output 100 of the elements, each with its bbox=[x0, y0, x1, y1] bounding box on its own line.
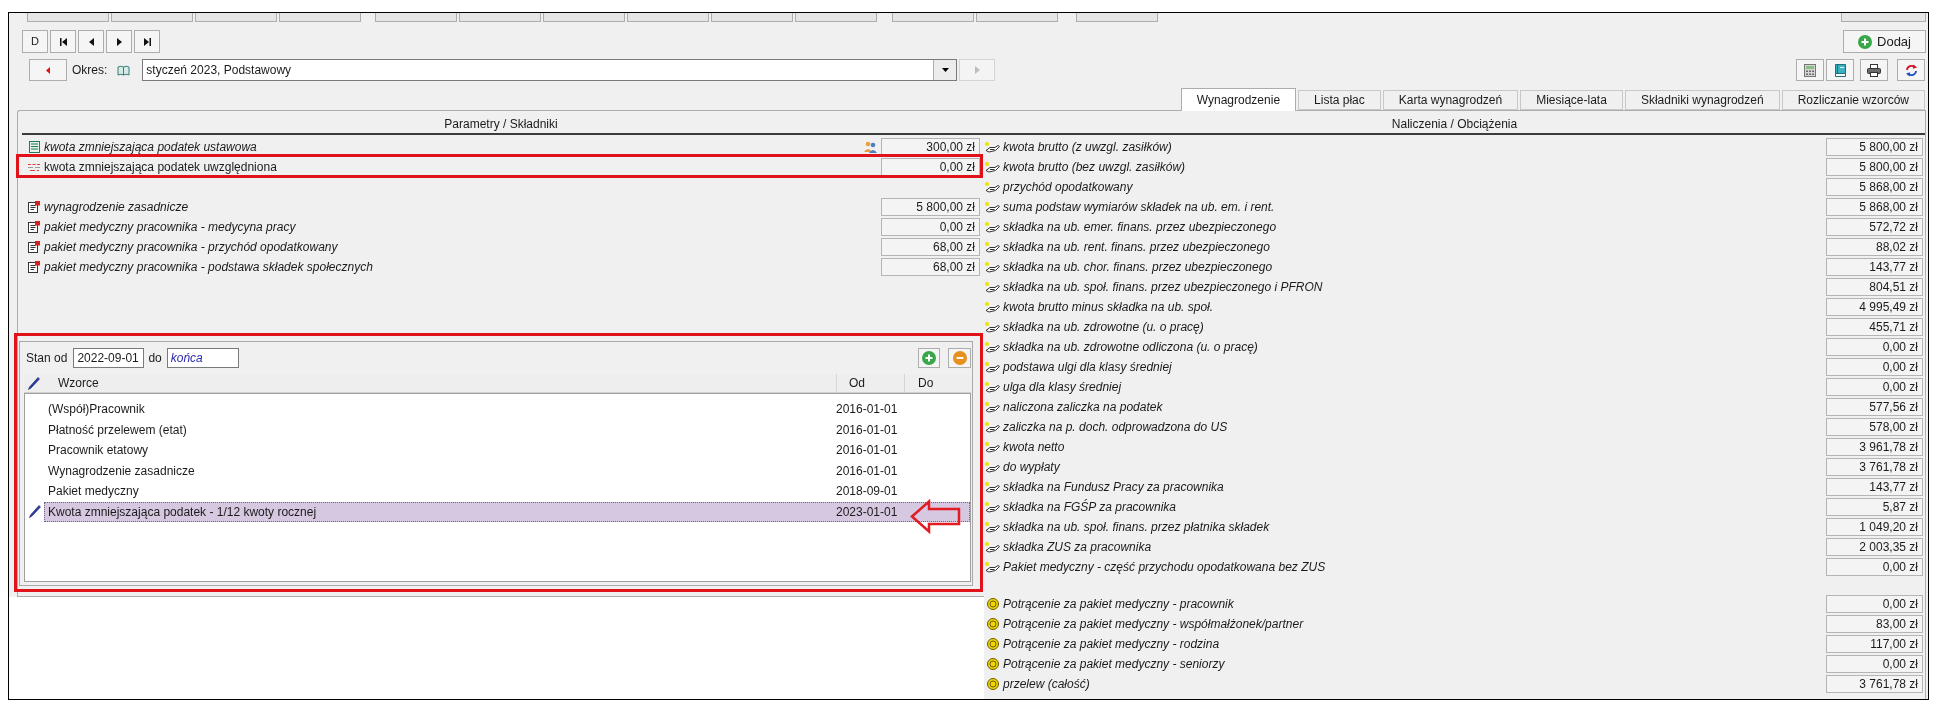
charge-label: Pakiet medyczny - część przychodu opodatkowana bez ZUS bbox=[1003, 559, 1326, 576]
hand-coin-icon bbox=[985, 461, 1000, 473]
charge-label: ulga dla klasy średniej bbox=[1003, 379, 1122, 396]
tab[interactable]: Miesiące-lata bbox=[1520, 90, 1623, 110]
amount-field[interactable]: 5 800,00 zł bbox=[881, 198, 980, 216]
charge-label: przelew (całość) bbox=[1003, 676, 1090, 693]
charge-label: podstawa ulgi dla klasy średniej bbox=[1003, 359, 1172, 376]
panel-title: Naliczenia / Obciążenia bbox=[1391, 115, 1518, 133]
caret-down-icon bbox=[941, 68, 949, 72]
charge-label: składka na ub. zdrowotne odliczona (u. o pracę) bbox=[1003, 339, 1258, 356]
tab[interactable]: Lista płac bbox=[1298, 90, 1381, 110]
charge-label: składka na FGŚP za pracownika bbox=[1003, 498, 1176, 516]
panel-title: Parametry / Składniki bbox=[444, 115, 558, 133]
hand-coin-icon bbox=[985, 341, 1000, 353]
coin-icon bbox=[986, 638, 999, 650]
toolbar-button[interactable] bbox=[976, 13, 1058, 22]
charge-label: kwota brutto minus składka na ub. społ. bbox=[1003, 299, 1214, 316]
remove-template-button[interactable] bbox=[948, 348, 971, 368]
charge-label: przychód opodatkowany bbox=[1003, 179, 1133, 196]
toolbar-button[interactable] bbox=[1076, 13, 1158, 22]
amount-field[interactable]: 0,00 zł bbox=[881, 158, 980, 176]
template-row[interactable]: Wynagrodzenie zasadnicze 2016-01-01 bbox=[44, 460, 970, 481]
template-row[interactable]: Pakiet medyczny 2018-09-01 bbox=[44, 481, 970, 502]
hand-coin-icon bbox=[985, 501, 1000, 513]
coin-icon bbox=[986, 598, 999, 610]
column-header[interactable]: Wzorce bbox=[44, 374, 836, 392]
column-header[interactable]: Od bbox=[836, 374, 904, 392]
charge-label: naliczona zaliczka na podatek bbox=[1003, 399, 1163, 416]
from-date-field[interactable]: 2022-09-01 bbox=[73, 348, 145, 368]
amount-field: 3 961,78 zł bbox=[1826, 438, 1923, 456]
amount-field: 1 049,20 zł bbox=[1826, 518, 1923, 536]
nav-button[interactable] bbox=[106, 30, 132, 53]
amount-field: 5 868,00 zł bbox=[1826, 178, 1923, 196]
add-icon bbox=[1858, 34, 1872, 49]
tab[interactable]: Karta wynagrodzeń bbox=[1382, 90, 1519, 110]
charge-label: składka na ub. rent. finans. przez ubezpieczonego bbox=[1003, 239, 1270, 256]
previous-icon bbox=[88, 37, 94, 46]
charge-label: kwota brutto (bez uwzgl. zasiłków) bbox=[1003, 159, 1186, 176]
amount-field[interactable]: 68,00 zł bbox=[881, 258, 980, 276]
tool-button[interactable] bbox=[1897, 59, 1925, 81]
amount-field: 143,77 zł bbox=[1826, 258, 1923, 276]
template-row[interactable]: Kwota zmniejszająca podatek - 1/12 kwoty rocznej 2023-01-01 bbox=[44, 501, 970, 522]
printer-icon bbox=[1867, 63, 1881, 77]
parameter-label: kwota zmniejszająca podatek ustawowa bbox=[44, 139, 257, 156]
previous-period-button[interactable] bbox=[29, 59, 67, 81]
amount-field: 117,00 zł bbox=[1826, 635, 1923, 653]
coin-icon bbox=[986, 678, 999, 690]
column-header[interactable]: Do bbox=[904, 374, 971, 392]
nav-button[interactable] bbox=[134, 30, 160, 53]
toolbar-button[interactable] bbox=[892, 13, 974, 22]
nav-button[interactable] bbox=[78, 30, 104, 53]
document-icon bbox=[28, 221, 40, 233]
parameter-label: pakiet medyczny pracownika - medycyna pracy bbox=[44, 219, 296, 236]
hand-coin-icon bbox=[985, 221, 1000, 233]
refresh-icon bbox=[1904, 63, 1918, 77]
tab[interactable]: Składniki wynagrodzeń bbox=[1624, 90, 1780, 110]
amount-field[interactable]: 68,00 zł bbox=[881, 238, 980, 256]
toolbar-button[interactable] bbox=[375, 13, 457, 22]
hand-coin-icon bbox=[985, 181, 1000, 193]
tab[interactable]: Rozliczanie wzorców bbox=[1781, 90, 1925, 110]
toolbar-button[interactable] bbox=[627, 13, 709, 22]
pencil-icon bbox=[28, 376, 40, 390]
charge-label: kwota netto bbox=[1003, 439, 1065, 456]
toolbar-button[interactable] bbox=[195, 13, 277, 22]
tab[interactable]: Wynagrodzenie bbox=[1180, 88, 1297, 111]
template-row[interactable]: Pracownik etatowy 2016-01-01 bbox=[44, 440, 970, 461]
tool-button[interactable] bbox=[1860, 59, 1888, 81]
template-row[interactable]: Płatność przelewem (etat) 2016-01-01 bbox=[44, 419, 970, 440]
toolbar-button[interactable] bbox=[27, 13, 109, 22]
amount-field[interactable]: 0,00 zł bbox=[881, 218, 980, 236]
amount-field: 0,00 zł bbox=[1826, 595, 1923, 613]
toolbar-button[interactable] bbox=[543, 13, 625, 22]
amount-field: 3 761,78 zł bbox=[1826, 675, 1923, 693]
dropdown-button[interactable] bbox=[933, 60, 957, 80]
hand-coin-icon bbox=[985, 441, 1000, 453]
toolbar-button[interactable] bbox=[111, 13, 193, 22]
hand-coin-icon bbox=[985, 141, 1000, 153]
charge-label: suma podstaw wymiarów składek na ub. em. i rent. bbox=[1003, 199, 1275, 216]
toolbar-button[interactable] bbox=[279, 13, 361, 22]
toolbar-button[interactable] bbox=[1841, 13, 1926, 22]
toolbar-button[interactable] bbox=[795, 13, 877, 22]
add-template-button[interactable] bbox=[918, 348, 940, 368]
add-button[interactable]: Dodaj bbox=[1843, 30, 1926, 53]
period-select[interactable]: styczeń 2023, Podstawowy bbox=[142, 59, 958, 81]
to-date-field[interactable]: końca bbox=[166, 348, 239, 368]
hand-coin-icon bbox=[985, 421, 1000, 433]
amount-field: 5 868,00 zł bbox=[1826, 198, 1923, 216]
amount-field: 0,00 zł bbox=[1826, 558, 1923, 576]
toolbar-button[interactable] bbox=[459, 13, 541, 22]
document-icon bbox=[28, 241, 40, 253]
amount-field: 143,77 zł bbox=[1826, 478, 1923, 496]
parameter-label: wynagrodzenie zasadnicze bbox=[44, 199, 189, 216]
template-row[interactable]: (Współ)Pracownik 2016-01-01 bbox=[44, 399, 970, 420]
nav-button[interactable] bbox=[50, 30, 76, 53]
amount-field: 5 800,00 zł bbox=[1826, 158, 1923, 176]
nav-button[interactable]: D bbox=[22, 30, 48, 53]
charge-label: składka ZUS za pracownika bbox=[1003, 539, 1152, 556]
tool-button[interactable] bbox=[1826, 59, 1854, 81]
book-icon bbox=[1833, 63, 1847, 77]
toolbar-button[interactable] bbox=[711, 13, 793, 22]
